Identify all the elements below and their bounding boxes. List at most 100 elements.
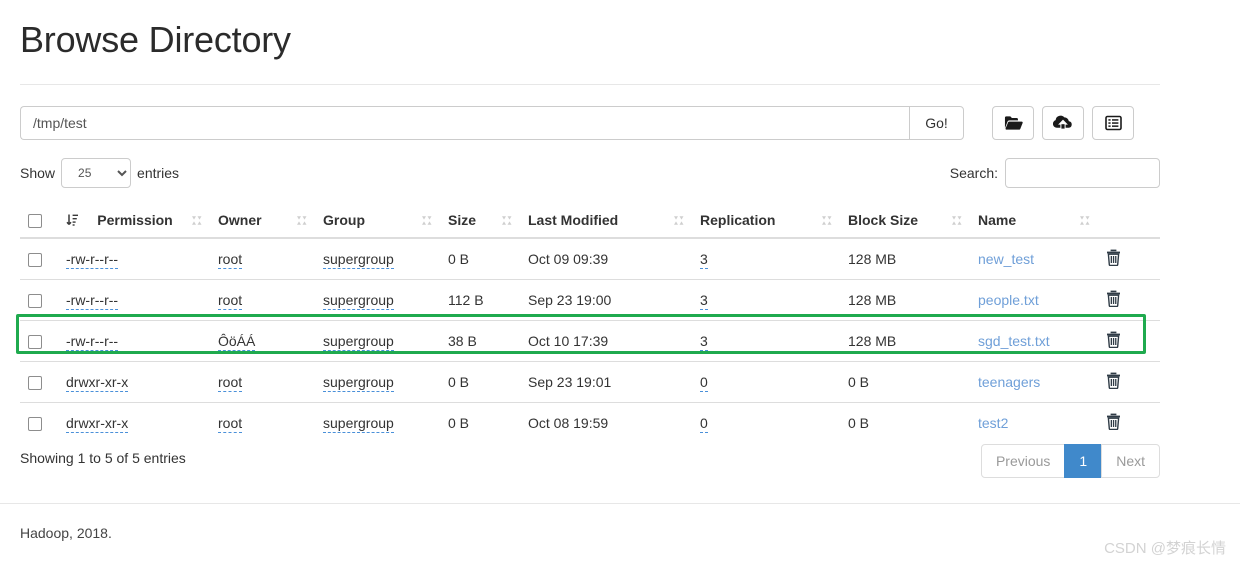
row-select-cell[interactable] <box>20 320 58 362</box>
table-row: -rw-r--r-- root supergroup 112 B Sep 23 19:0… <box>20 279 1160 321</box>
group-link[interactable]: supergroup <box>323 415 394 434</box>
replication-link[interactable]: 0 <box>700 374 708 393</box>
table-info: Showing 1 to 5 of 5 entries <box>20 450 186 466</box>
row-checkbox[interactable] <box>28 376 42 391</box>
replication-link[interactable]: 3 <box>700 251 708 270</box>
list-alt-icon <box>1104 115 1122 131</box>
column-label-last-modified: Last Modified <box>528 212 619 229</box>
row-checkbox[interactable] <box>28 417 42 432</box>
pagination-page-1[interactable]: 1 <box>1064 444 1103 478</box>
cell-owner: root <box>210 279 315 321</box>
column-header-replication[interactable]: Replication <box>692 204 840 240</box>
replication-link[interactable]: 0 <box>700 415 708 434</box>
column-header-group[interactable]: Group <box>315 204 440 240</box>
permission-link[interactable]: drwxr-xr-x <box>66 415 129 434</box>
delete-button[interactable] <box>1106 331 1121 349</box>
permission-link[interactable]: -rw-r--r-- <box>66 292 119 311</box>
owner-link[interactable]: root <box>218 292 243 311</box>
go-button[interactable]: Go! <box>909 106 964 140</box>
path-bar: Go! <box>20 106 1160 140</box>
cell-group: supergroup <box>315 361 440 403</box>
browse-directory-page: Browse Directory Go! <box>0 0 1240 566</box>
delete-button[interactable] <box>1106 249 1121 269</box>
column-header-permission[interactable]: Permission <box>58 204 210 240</box>
table-row: -rw-r--r-- root supergroup 0 B Oct 09 09:39 3… <box>20 237 1160 280</box>
owner-link[interactable]: root <box>218 251 243 270</box>
footer-divider <box>0 503 1240 504</box>
pagination-next[interactable]: Next <box>1101 444 1160 478</box>
select-all-checkbox[interactable] <box>28 214 42 229</box>
row-select-cell[interactable] <box>20 237 58 280</box>
column-header-select-all[interactable] <box>20 204 58 240</box>
group-link[interactable]: supergroup <box>323 292 394 311</box>
cell-actions <box>1098 279 1160 321</box>
group-link[interactable]: supergroup <box>323 374 394 393</box>
owner-link[interactable]: root <box>218 374 243 393</box>
cell-last-modified: Oct 09 09:39 <box>520 237 692 280</box>
file-name-link[interactable]: teenagers <box>978 374 1040 390</box>
cell-name: test2 <box>970 402 1098 444</box>
delete-button[interactable] <box>1106 372 1121 392</box>
snapshot-button[interactable] <box>1092 106 1134 140</box>
permission-link[interactable]: drwxr-xr-x <box>66 374 129 393</box>
title-divider <box>20 84 1160 85</box>
cell-actions <box>1098 237 1160 280</box>
upload-files-button[interactable] <box>1042 106 1084 140</box>
group-link[interactable]: supergroup <box>323 251 394 270</box>
cell-group: supergroup <box>315 402 440 444</box>
cell-block-size: 128 MB <box>840 279 970 321</box>
cell-actions <box>1098 361 1160 403</box>
page-length-select[interactable]: 25 <box>61 158 132 188</box>
delete-button[interactable] <box>1106 413 1121 433</box>
permission-link[interactable]: -rw-r--r-- <box>66 333 119 352</box>
cell-owner: ÔöÁÁ <box>210 320 315 362</box>
group-link[interactable]: supergroup <box>323 333 394 352</box>
cell-replication: 0 <box>692 361 840 403</box>
trash-icon <box>1106 413 1121 433</box>
path-input[interactable] <box>20 106 909 140</box>
cell-last-modified: Sep 23 19:00 <box>520 279 692 321</box>
file-name-link[interactable]: people.txt <box>978 292 1039 308</box>
column-header-last-modified[interactable]: Last Modified <box>520 204 692 240</box>
cell-replication: 3 <box>692 320 840 362</box>
column-header-name[interactable]: Name <box>970 204 1098 240</box>
trash-icon <box>1106 372 1121 392</box>
cell-size: 0 B <box>440 402 520 444</box>
cell-name: new_test <box>970 237 1098 280</box>
pagination-previous[interactable]: Previous <box>980 444 1066 478</box>
file-name-link[interactable]: test2 <box>978 415 1008 431</box>
row-select-cell[interactable] <box>20 361 58 403</box>
cell-name: teenagers <box>970 361 1098 403</box>
column-header-block-size[interactable]: Block Size <box>840 204 970 240</box>
cell-size: 0 B <box>440 237 520 280</box>
new-directory-button[interactable] <box>992 106 1034 140</box>
file-name-link[interactable]: sgd_test.txt <box>978 333 1050 349</box>
sort-toggle-icon <box>501 214 512 227</box>
row-checkbox[interactable] <box>28 294 42 309</box>
search-input[interactable] <box>1005 158 1160 188</box>
row-select-cell[interactable] <box>20 402 58 444</box>
cell-owner: root <box>210 402 315 444</box>
cell-last-modified: Sep 23 19:01 <box>520 361 692 403</box>
column-header-size[interactable]: Size <box>440 204 520 240</box>
delete-button[interactable] <box>1106 290 1121 308</box>
row-checkbox[interactable] <box>28 253 42 268</box>
column-header-owner[interactable]: Owner <box>210 204 315 240</box>
row-select-cell[interactable] <box>20 279 58 321</box>
replication-link[interactable]: 3 <box>700 333 708 352</box>
file-name-link[interactable]: new_test <box>978 251 1034 267</box>
cell-replication: 3 <box>692 279 840 321</box>
cell-block-size: 0 B <box>840 402 970 444</box>
cell-last-modified: Oct 10 17:39 <box>520 320 692 362</box>
trash-icon <box>1106 249 1121 269</box>
table-body: -rw-r--r-- root supergroup 0 B Oct 09 09:39 3… <box>20 237 1160 444</box>
permission-link[interactable]: -rw-r--r-- <box>66 251 119 270</box>
sort-toggle-icon <box>821 214 832 227</box>
owner-link[interactable]: root <box>218 415 243 434</box>
replication-link[interactable]: 3 <box>700 292 708 311</box>
page-title: Browse Directory <box>20 19 291 60</box>
cell-block-size: 128 MB <box>840 237 970 280</box>
row-checkbox[interactable] <box>28 335 42 350</box>
cell-owner: root <box>210 237 315 280</box>
owner-link[interactable]: ÔöÁÁ <box>218 333 256 352</box>
